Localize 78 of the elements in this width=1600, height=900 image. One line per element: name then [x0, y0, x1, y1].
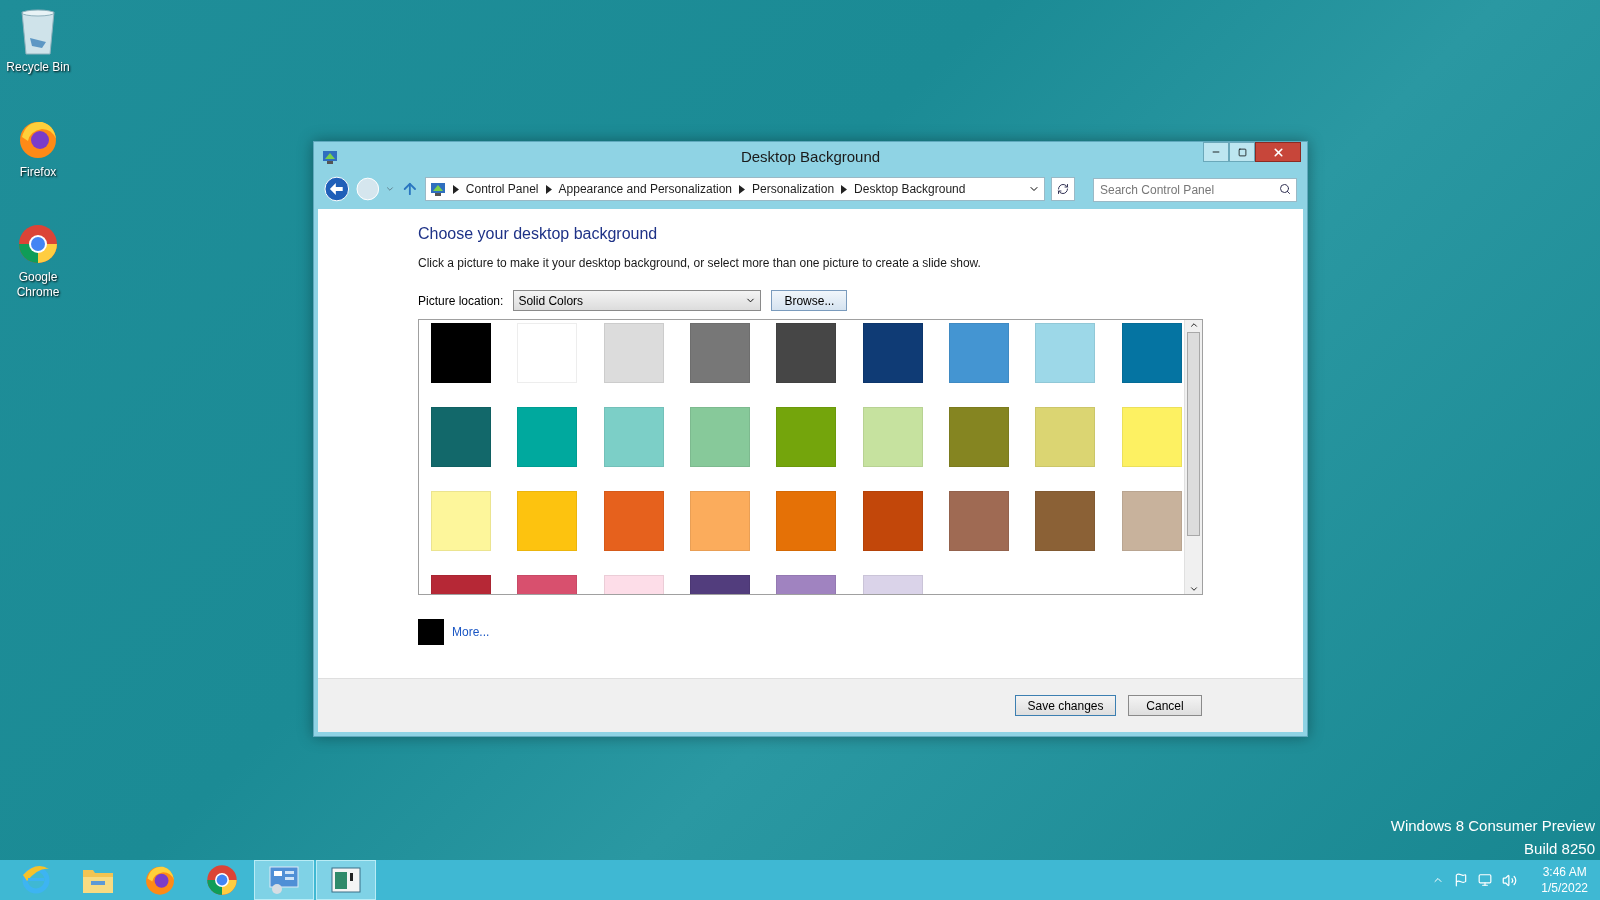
color-swatch[interactable]	[431, 323, 491, 383]
color-swatch[interactable]	[862, 491, 923, 551]
history-dropdown-icon[interactable]	[385, 184, 396, 194]
os-notice-text: Windows 8 Consumer Preview	[1390, 816, 1595, 836]
minimize-button[interactable]	[1203, 142, 1229, 162]
color-swatch[interactable]	[517, 491, 578, 551]
page-heading: Choose your desktop background	[418, 224, 659, 244]
search-icon[interactable]	[1279, 182, 1291, 195]
color-swatch[interactable]	[949, 323, 1009, 383]
color-swatch[interactable]	[1035, 491, 1096, 551]
color-swatch[interactable]	[690, 323, 750, 383]
color-swatch[interactable]	[1035, 407, 1096, 467]
close-icon[interactable]	[1271, 145, 1285, 159]
recycle-bin-icon[interactable]	[18, 8, 58, 56]
breadcrumb-arrow-icon[interactable]	[452, 184, 459, 194]
color-swatch[interactable]	[517, 407, 578, 467]
breadcrumb-arrow-icon[interactable]	[841, 184, 848, 194]
breadcrumb-item[interactable]: Personalization	[752, 180, 835, 198]
up-button[interactable]	[401, 180, 419, 198]
color-swatch[interactable]	[1121, 491, 1182, 551]
network-icon[interactable]	[1478, 873, 1493, 887]
window-title: Desktop Background	[739, 146, 882, 167]
color-swatch[interactable]	[862, 323, 923, 383]
window-icon[interactable]	[330, 865, 362, 895]
refresh-icon[interactable]	[1057, 183, 1070, 195]
volume-icon[interactable]	[1502, 872, 1518, 888]
color-swatch[interactable]	[431, 491, 491, 551]
maximize-icon[interactable]	[1237, 147, 1247, 157]
color-swatch[interactable]	[603, 407, 664, 467]
taskbar-button[interactable]	[254, 860, 314, 900]
browse-button[interactable]: Browse...	[771, 290, 848, 311]
search-field[interactable]: Search Control Panel	[1093, 177, 1297, 202]
color-swatch[interactable]	[1121, 407, 1182, 467]
maximize-button[interactable]	[1229, 142, 1255, 162]
color-swatch[interactable]	[949, 407, 1009, 467]
desktop-icon-label[interactable]: Google Chrome	[3, 270, 73, 300]
control-panel-icon	[429, 181, 446, 197]
color-swatch[interactable]	[690, 407, 750, 467]
breadcrumb-arrow-icon[interactable]	[739, 184, 745, 194]
close-button[interactable]	[1255, 142, 1301, 162]
forward-button[interactable]	[355, 177, 380, 201]
picture-location-label: Picture location:	[418, 292, 504, 310]
control-panel-icon	[322, 149, 338, 165]
color-swatch[interactable]	[776, 323, 837, 383]
chrome-icon[interactable]	[205, 863, 239, 897]
desktop-icon-label[interactable]: Recycle Bin	[3, 60, 73, 75]
breadcrumb-item[interactable]: Desktop Background	[854, 180, 966, 198]
scroll-up-icon[interactable]	[1188, 320, 1199, 330]
picture-location-dropdown[interactable]: Solid Colors	[513, 290, 762, 311]
color-swatch[interactable]	[1121, 323, 1182, 383]
color-swatch[interactable]	[431, 407, 491, 467]
refresh-button[interactable]	[1051, 177, 1075, 201]
color-swatch[interactable]	[949, 491, 1009, 551]
breadcrumb-arrow-icon[interactable]	[545, 184, 552, 194]
color-swatch[interactable]	[603, 491, 664, 551]
back-button[interactable]	[324, 176, 350, 202]
address-bar[interactable]: Control Panel Appearance and Personalization Personalization Desktop Background	[424, 177, 1046, 201]
breadcrumb-item[interactable]: Control Panel	[465, 180, 539, 198]
color-swatch[interactable]	[776, 491, 837, 551]
chrome-icon[interactable]	[16, 222, 60, 266]
color-swatch[interactable]	[690, 491, 750, 551]
dialog-button[interactable]: Save changes	[1015, 695, 1116, 716]
color-swatch[interactable]	[776, 407, 837, 467]
more-link[interactable]: More...	[452, 623, 490, 641]
scroll-thumb[interactable]	[1187, 332, 1200, 536]
color-swatch[interactable]	[603, 323, 664, 383]
color-swatch[interactable]	[1035, 323, 1096, 383]
description-text: Click a picture to make it your desktop background, or select more than one picture to create a slide show.	[418, 255, 982, 272]
color-swatch[interactable]	[862, 407, 923, 467]
control-panel-icon[interactable]	[267, 864, 301, 896]
desktop-icon-label[interactable]: Firefox	[3, 165, 73, 180]
breadcrumb-item[interactable]: Appearance and Personalization	[558, 180, 732, 198]
taskbar-button[interactable]	[316, 860, 376, 900]
scroll-down-icon[interactable]	[1188, 584, 1199, 594]
dialog-button[interactable]: Cancel	[1128, 695, 1202, 716]
os-notice-text: Build 8250	[1524, 839, 1595, 859]
scrollbar[interactable]	[1184, 320, 1202, 594]
flag-icon[interactable]	[1454, 873, 1469, 887]
